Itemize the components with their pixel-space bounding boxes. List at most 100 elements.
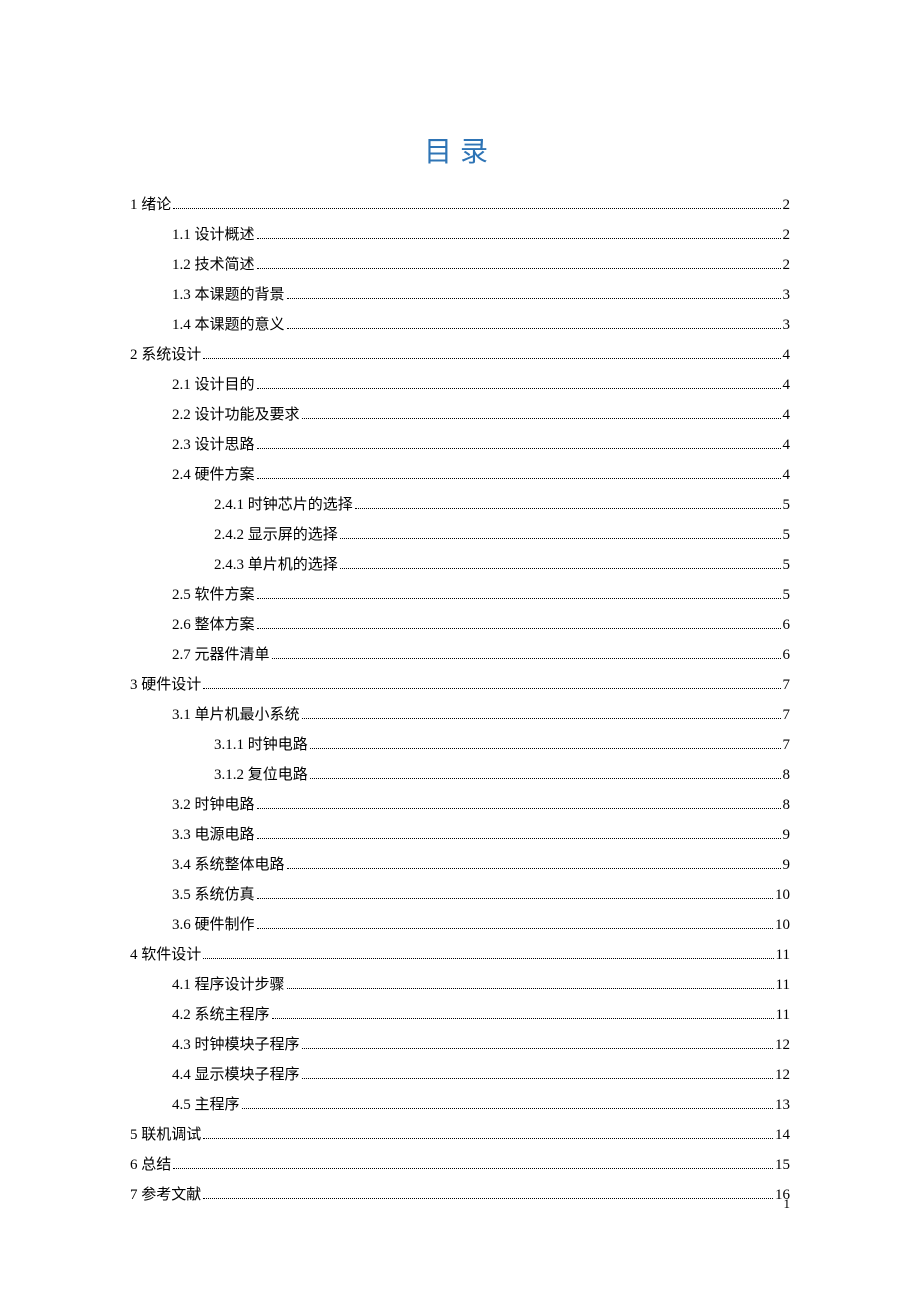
toc-entry[interactable]: 1.4 本课题的意义 3 [172, 310, 790, 340]
toc-page-number: 3 [783, 310, 791, 340]
toc-label: 3.2 时钟电路 [172, 790, 255, 820]
toc-label: 4.2 系统主程序 [172, 1000, 270, 1030]
toc-entry[interactable]: 3.4 系统整体电路9 [172, 850, 790, 880]
toc-label: 2 系统设计 [130, 340, 201, 370]
toc-label: 1 绪论 [130, 190, 171, 220]
toc-entry[interactable]: 4.5 主程序 13 [172, 1090, 790, 1120]
toc-entry[interactable]: 2.5 软件方案5 [172, 580, 790, 610]
toc-entry[interactable]: 3.1 单片机最小系统7 [172, 700, 790, 730]
toc-entry[interactable]: 1.3 本课题的背景3 [172, 280, 790, 310]
toc-page-number: 10 [775, 910, 790, 940]
toc-entry[interactable]: 2.1 设计目的4 [172, 370, 790, 400]
toc-entry[interactable]: 3.6 硬件制作 10 [172, 910, 790, 940]
toc-entry[interactable]: 4.3 时钟模块子程序 12 [172, 1030, 790, 1060]
toc-entry[interactable]: 3.1.2 复位电路 8 [214, 760, 790, 790]
toc-entry[interactable]: 2.7 元器件清单6 [172, 640, 790, 670]
toc-entry[interactable]: 2.3 设计思路4 [172, 430, 790, 460]
toc-leader [257, 448, 781, 449]
toc-entry[interactable]: 2.6 整体方案 6 [172, 610, 790, 640]
toc-leader [302, 1048, 773, 1049]
toc-entry[interactable]: 4.2 系统主程序 11 [172, 1000, 790, 1030]
toc-entry[interactable]: 3.1.1 时钟电路7 [214, 730, 790, 760]
toc-page-number: 11 [776, 940, 790, 970]
toc-title: 目录 [130, 130, 790, 170]
toc-leader [257, 478, 781, 479]
toc-leader [242, 1108, 773, 1109]
toc-leader [287, 868, 781, 869]
toc-entry[interactable]: 1 绪论 2 [130, 190, 790, 220]
toc-label: 2.4.1 时钟芯片的选择 [214, 490, 353, 520]
toc-label: 3.5 系统仿真 [172, 880, 255, 910]
toc-entry[interactable]: 6 总结 15 [130, 1150, 790, 1180]
toc-leader [173, 1168, 773, 1169]
toc-entry[interactable]: 7 参考文献16 [130, 1180, 790, 1210]
toc-page-number: 14 [775, 1120, 790, 1150]
toc-label: 6 总结 [130, 1150, 171, 1180]
toc-entry[interactable]: 2 系统设计 4 [130, 340, 790, 370]
toc-leader [257, 928, 773, 929]
toc-entry[interactable]: 3 硬件设计7 [130, 670, 790, 700]
toc-entry[interactable]: 1.1 设计概述 2 [172, 220, 790, 250]
toc-page-number: 2 [783, 190, 791, 220]
toc-entry[interactable]: 2.4 硬件方案4 [172, 460, 790, 490]
toc-page-number: 4 [783, 340, 791, 370]
table-of-contents: 1 绪论21.1 设计概述21.2 技术简述21.3 本课题的背景31.4 本课… [130, 190, 790, 1210]
toc-page-number: 2 [783, 220, 791, 250]
toc-leader [203, 958, 773, 959]
toc-entry[interactable]: 1.2 技术简述2 [172, 250, 790, 280]
toc-label: 4.4 显示模块子程序 [172, 1060, 300, 1090]
toc-label: 4.5 主程序 [172, 1090, 240, 1120]
toc-page-number: 13 [775, 1090, 790, 1120]
toc-label: 3 硬件设计 [130, 670, 201, 700]
toc-label: 1.1 设计概述 [172, 220, 255, 250]
toc-leader [257, 628, 781, 629]
toc-leader [257, 268, 781, 269]
toc-leader [287, 988, 774, 989]
toc-leader [257, 238, 781, 239]
toc-page-number: 11 [776, 1000, 790, 1030]
toc-page-number: 4 [783, 400, 791, 430]
toc-page-number: 5 [783, 520, 791, 550]
page-number: 1 [784, 1196, 791, 1212]
toc-label: 1.3 本课题的背景 [172, 280, 285, 310]
toc-label: 1.2 技术简述 [172, 250, 255, 280]
toc-label: 2.3 设计思路 [172, 430, 255, 460]
toc-leader [310, 748, 781, 749]
toc-label: 3.3 电源电路 [172, 820, 255, 850]
toc-entry[interactable]: 4 软件设计11 [130, 940, 790, 970]
toc-leader [272, 658, 781, 659]
toc-leader [257, 598, 781, 599]
toc-entry[interactable]: 2.4.3 单片机的选择5 [214, 550, 790, 580]
toc-leader [287, 328, 781, 329]
toc-label: 1.4 本课题的意义 [172, 310, 285, 340]
toc-entry[interactable]: 4.1 程序设计步骤11 [172, 970, 790, 1000]
toc-entry[interactable]: 3.5 系统仿真10 [172, 880, 790, 910]
toc-entry[interactable]: 4.4 显示模块子程序12 [172, 1060, 790, 1090]
toc-leader [355, 508, 781, 509]
toc-page-number: 4 [783, 460, 791, 490]
toc-label: 3.6 硬件制作 [172, 910, 255, 940]
toc-page-number: 8 [783, 760, 791, 790]
toc-page-number: 6 [783, 610, 791, 640]
toc-label: 4.1 程序设计步骤 [172, 970, 285, 1000]
toc-label: 4.3 时钟模块子程序 [172, 1030, 300, 1060]
toc-label: 2.6 整体方案 [172, 610, 255, 640]
toc-page-number: 7 [783, 730, 791, 760]
toc-label: 2.4.3 单片机的选择 [214, 550, 338, 580]
toc-entry[interactable]: 2.4.1 时钟芯片的选择5 [214, 490, 790, 520]
toc-page-number: 12 [775, 1030, 790, 1060]
toc-entry[interactable]: 2.2 设计功能及要求4 [172, 400, 790, 430]
toc-page-number: 15 [775, 1150, 790, 1180]
toc-entry[interactable]: 3.3 电源电路9 [172, 820, 790, 850]
toc-leader [340, 538, 781, 539]
toc-entry[interactable]: 5 联机调试14 [130, 1120, 790, 1150]
toc-leader [302, 418, 781, 419]
toc-entry[interactable]: 2.4.2 显示屏的选择5 [214, 520, 790, 550]
toc-leader [203, 1198, 773, 1199]
toc-entry[interactable]: 3.2 时钟电路8 [172, 790, 790, 820]
document-page: 目录 1 绪论21.1 设计概述21.2 技术简述21.3 本课题的背景31.4… [0, 0, 920, 1270]
toc-leader [257, 388, 781, 389]
toc-label: 3.1.2 复位电路 [214, 760, 308, 790]
toc-page-number: 7 [783, 700, 791, 730]
toc-page-number: 5 [783, 580, 791, 610]
